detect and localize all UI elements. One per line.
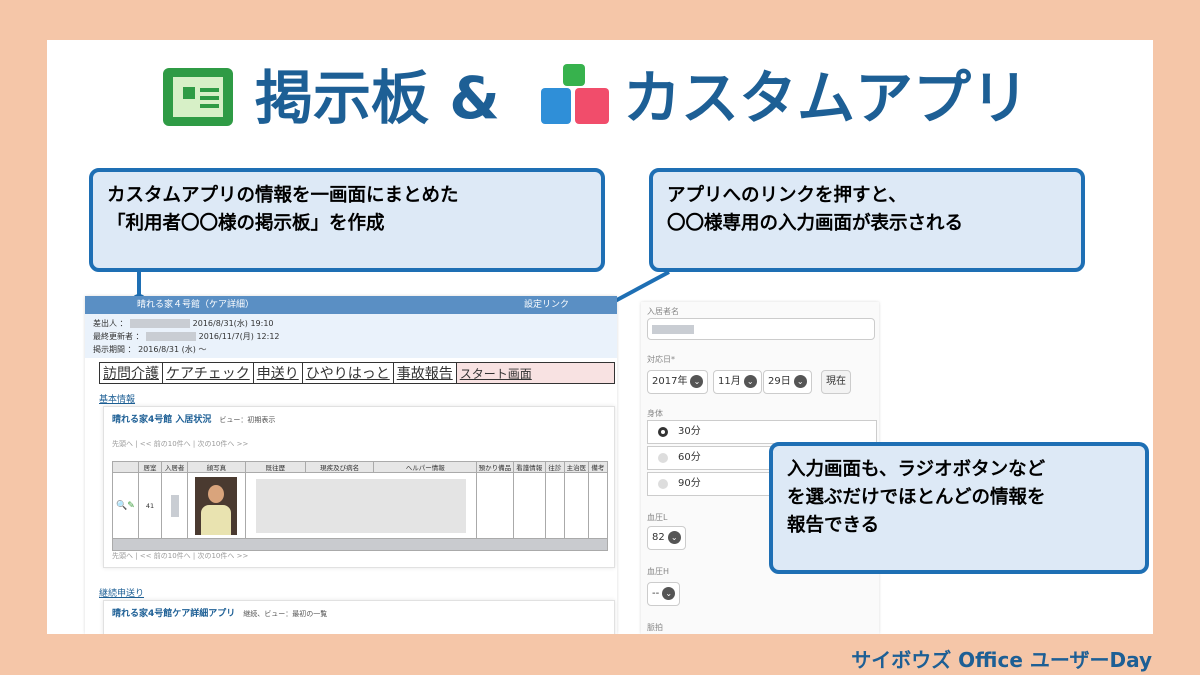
- panel-occupancy-note: ビュー：初期表示: [219, 416, 276, 424]
- bp-high-value: --: [652, 588, 660, 599]
- bp-high-select[interactable]: -- ⌄: [647, 582, 681, 606]
- board-screenshot: 晴れる家４号館（ケア詳細） 設定リンク 差出人 ： 2016/8/31(水) 1…: [85, 296, 617, 634]
- detail-icon[interactable]: 🔍: [116, 501, 127, 511]
- callout-link-line2: 〇〇様専用の入力画面が表示される: [667, 213, 964, 234]
- radio-30min-label: 30分: [678, 426, 701, 437]
- col-history: 既往歴: [244, 461, 306, 473]
- section-basic-info[interactable]: 基本情報: [99, 392, 135, 405]
- tab-start-screen[interactable]: スタート画面: [456, 363, 614, 383]
- app-link-tabs: 訪問介護 ケアチェック 申送り ひやりはっと 事故報告 スタート画面: [99, 362, 615, 384]
- event-footer: サイボウズ Office ユーザーDay: [851, 648, 1152, 672]
- tab-care-check[interactable]: ケアチェック: [163, 363, 254, 383]
- updater-date: 2016/11/7(月) 12:12: [198, 332, 280, 341]
- creator-name-blurred: [130, 319, 191, 328]
- chevron-down-icon: ⌄: [743, 374, 757, 388]
- resident-name-blurred: [170, 494, 179, 517]
- radio-90min-label: 90分: [678, 478, 701, 489]
- bp-high-label: 血圧H: [647, 567, 670, 576]
- col-doctor: 主治医: [564, 461, 589, 473]
- board-header: 晴れる家４号館（ケア詳細） 設定リンク: [85, 296, 617, 314]
- creator-label: 差出人: [93, 319, 117, 328]
- tab-visit-care[interactable]: 訪問介護: [100, 363, 163, 383]
- month-value: 11月: [718, 376, 741, 387]
- chevron-down-icon: ⌄: [662, 586, 676, 600]
- resident-field[interactable]: [647, 318, 875, 340]
- callout-board-line1: カスタムアプリの情報を一画面にまとめた: [107, 185, 459, 206]
- col-items: 預かり備品: [476, 461, 514, 473]
- chevron-down-icon: ⌄: [667, 530, 681, 544]
- panel-care-detail-title[interactable]: 晴れる家4号館ケア詳細アプリ: [112, 609, 235, 619]
- period-value: 2016/8/31 (水) ～: [138, 345, 207, 354]
- tab-near-miss[interactable]: ひやりはっと: [303, 363, 394, 383]
- body-label: 身体: [647, 409, 663, 418]
- month-select[interactable]: 11月 ⌄: [713, 370, 762, 394]
- pager-bottom[interactable]: 先頭へ | << 前の10件へ | 次の10件へ >>: [112, 551, 248, 561]
- resident-photo: [195, 476, 238, 535]
- chevron-down-icon: ⌄: [690, 374, 704, 388]
- board-header-title: 晴れる家４号館（ケア詳細）: [137, 300, 255, 310]
- radio-30min[interactable]: 30分: [647, 420, 877, 444]
- bp-low-value: 82: [652, 532, 665, 543]
- col-helper: ヘルパー情報: [373, 461, 478, 473]
- callout-board-line2: 「利用者〇〇様の掲示板」を作成: [107, 213, 385, 234]
- year-value: 2017年: [652, 376, 688, 387]
- callout-input: 入力画面も、ラジオボタンなど を選ぶだけでほとんどの情報を 報告できる: [769, 442, 1149, 574]
- tab-handover[interactable]: 申送り: [254, 363, 303, 383]
- redacted-cells: [256, 478, 467, 533]
- day-value: 29日: [768, 376, 791, 387]
- date-label: 対応日*: [647, 355, 675, 364]
- callout-input-line3: 報告できる: [787, 515, 880, 536]
- board-meta: 差出人 ： 2016/8/31(水) 19:10 最終更新者 ： 2016/11…: [85, 314, 617, 358]
- col-nursing: 看護情報: [512, 461, 546, 473]
- creator-date: 2016/8/31(水) 19:10: [192, 319, 274, 328]
- updater-label: 最終更新者: [93, 332, 133, 341]
- col-actions: [112, 461, 139, 473]
- col-illness: 現疾及び病名: [304, 461, 375, 473]
- radio-60min-label: 60分: [678, 452, 701, 463]
- year-select[interactable]: 2017年 ⌄: [647, 370, 709, 394]
- section-handover[interactable]: 継続申送り: [99, 586, 144, 599]
- col-room: 居室: [137, 461, 163, 473]
- resident-label: 入居者名: [647, 307, 679, 316]
- settings-link[interactable]: 設定リンク: [524, 296, 569, 314]
- col-visit: 往診: [544, 461, 566, 473]
- col-notes: 備考: [587, 461, 609, 473]
- edit-pencil-icon[interactable]: ✎: [127, 501, 135, 511]
- panel-care-detail-note: 継続、ビュー：最初の一覧: [243, 610, 328, 618]
- bp-low-select[interactable]: 82 ⌄: [647, 526, 686, 550]
- pager-top[interactable]: 先頭へ | << 前の10件へ | 次の10件へ >>: [112, 439, 248, 449]
- tab-accident-report[interactable]: 事故報告: [394, 363, 457, 383]
- room-cell: 41: [137, 472, 163, 539]
- now-button[interactable]: 現在: [821, 370, 851, 394]
- occupancy-table: 居室 入居者 顔写真 既往歴 現疾及び病名 ヘルパー情報 預かり備品 看護情報 …: [112, 461, 609, 551]
- day-select[interactable]: 29日 ⌄: [763, 370, 812, 394]
- callout-board: カスタムアプリの情報を一画面にまとめた 「利用者〇〇様の掲示板」を作成: [89, 168, 605, 272]
- col-resident: 入居者: [161, 461, 188, 473]
- table-row: 🔍✎ 41: [112, 472, 609, 539]
- callout-input-line1: 入力画面も、ラジオボタンなど: [787, 459, 1046, 480]
- bp-low-label: 血圧L: [647, 513, 668, 522]
- updater-name-blurred: [146, 332, 197, 341]
- panel-occupancy: 晴れる家4号館 入居状況 ビュー：初期表示 先頭へ | << 前の10件へ | 次…: [103, 406, 615, 568]
- period-label: 掲示期間: [93, 345, 125, 354]
- callout-link-line1: アプリへのリンクを押すと、: [667, 185, 907, 206]
- callout-input-line2: を選ぶだけでほとんどの情報を: [787, 487, 1046, 508]
- col-photo: 顔写真: [186, 461, 246, 473]
- slide: 掲示板 & カスタムアプリ カスタムアプリの情報を一画面にまとめた 「利用者〇〇…: [47, 40, 1153, 634]
- panel-occupancy-title[interactable]: 晴れる家4号館 入居状況: [112, 415, 211, 425]
- pulse-label: 脈拍: [647, 623, 663, 632]
- chevron-down-icon: ⌄: [793, 374, 807, 388]
- callout-link: アプリへのリンクを押すと、 〇〇様専用の入力画面が表示される: [649, 168, 1085, 272]
- panel-care-detail: 晴れる家4号館ケア詳細アプリ 継続、ビュー：最初の一覧: [103, 600, 615, 634]
